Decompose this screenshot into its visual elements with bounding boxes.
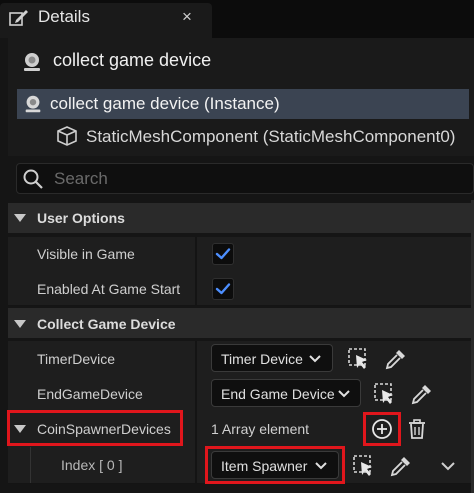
collapse-arrow-icon[interactable] [14,425,26,433]
section-title: User Options [37,210,125,226]
actor-name: collect game device [53,50,212,70]
column-splitter[interactable] [195,447,197,483]
chevron-down-icon [315,462,327,470]
search-icon [23,169,43,189]
dropdown-value: Item Spawner [221,458,308,474]
eyedropper-icon[interactable] [410,382,434,406]
add-element-icon[interactable] [370,417,394,441]
end-game-device-dropdown[interactable]: End Game Device [211,379,361,407]
details-pencil-icon [9,10,28,26]
checkmark-icon [215,248,231,260]
enabled-at-game-start-checkbox[interactable] [212,278,234,300]
property-label: EndGameDevice [37,386,143,402]
component-label: collect game device (Instance) [50,94,280,113]
timer-device-dropdown[interactable]: Timer Device [211,344,333,372]
index-label-text: Index [61,457,96,473]
index-number: [ 0 ] [99,457,123,473]
indent-guide [30,447,31,483]
chevron-down-icon [338,390,350,398]
column-splitter[interactable] [195,237,197,271]
dropdown-value: End Game Device [221,386,335,402]
column-splitter[interactable] [195,271,197,305]
array-summary: 1 Array element [211,421,310,437]
close-icon[interactable]: × [182,7,192,27]
property-label: Visible in Game [37,246,135,262]
property-label: TimerDevice [37,351,116,367]
property-label: CoinSpawnerDevices [37,421,171,437]
dropdown-value: Timer Device [221,351,303,367]
expand-chevron-icon[interactable] [440,459,456,473]
visible-in-game-checkbox[interactable] [212,243,234,265]
property-label: Enabled At Game Start [37,281,181,297]
tab-title: Details [38,7,90,26]
pick-actor-icon[interactable] [373,382,397,406]
static-mesh-cube-icon [57,126,77,146]
column-splitter[interactable] [195,377,197,411]
tab-details[interactable] [0,3,212,38]
checkmark-icon [215,283,231,295]
collapse-arrow-icon [14,320,26,328]
actor-icon [25,95,41,113]
pick-actor-icon[interactable] [347,347,371,371]
actor-icon [24,53,40,71]
index-label: Index [ 0 ] [61,457,123,473]
item-spawner-dropdown[interactable]: Item Spawner [211,451,339,479]
collapse-arrow-icon [14,214,26,222]
column-splitter[interactable] [195,341,197,377]
eyedropper-icon[interactable] [384,347,408,371]
chevron-down-icon [309,355,321,363]
column-splitter[interactable] [195,411,197,447]
trash-icon[interactable] [405,417,429,441]
section-title: Collect Game Device [37,316,176,332]
search-input[interactable] [52,165,456,192]
component-label: StaticMeshComponent (StaticMeshComponent… [86,127,456,146]
pick-actor-icon[interactable] [352,454,376,478]
eyedropper-icon[interactable] [389,454,413,478]
